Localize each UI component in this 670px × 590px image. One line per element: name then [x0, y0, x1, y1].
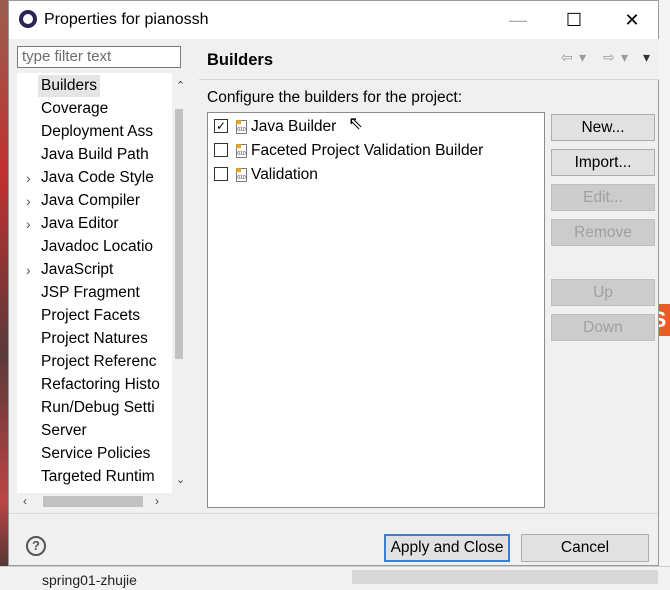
view-menu-icon[interactable]: ▾ [643, 49, 650, 66]
tree-item[interactable]: Targeted Runtim [17, 466, 171, 488]
builders-description: Configure the builders for the project: [207, 89, 463, 106]
properties-dialog: Properties for pianossh — ☐ ✕ type filte… [8, 0, 659, 566]
mouse-cursor-icon: ⇖ [348, 113, 364, 133]
tree-item-label: Project Facets [41, 307, 141, 324]
tree-item[interactable]: Javadoc Locatio [17, 236, 171, 258]
builder-file-icon: 010 [236, 144, 247, 158]
tree-item[interactable]: › JavaScript [17, 259, 171, 281]
tree-item-label: Run/Debug Setti [41, 399, 155, 416]
builders-list: ✓ 010 Java Builder 010 Faceted Project V… [207, 112, 545, 508]
tree-item[interactable]: Refactoring Histo [17, 374, 171, 396]
tree-item[interactable]: Project Facets [17, 305, 171, 327]
scroll-up-icon[interactable]: ⌃ [172, 77, 183, 95]
close-icon[interactable]: ✕ [609, 1, 655, 39]
help-icon[interactable]: ? [26, 536, 46, 556]
tree-item-label: Server [41, 422, 87, 439]
scroll-down-icon[interactable]: ⌄ [172, 471, 183, 489]
tree-item[interactable]: Service Policies [17, 443, 171, 465]
tree-item-label: Java Editor [41, 215, 119, 232]
tree-horizontal-scrollbar[interactable]: ‹ › [17, 493, 181, 510]
background-right [658, 0, 670, 589]
tree-item[interactable]: Builders [17, 75, 171, 97]
expand-chevron-icon[interactable]: › [26, 213, 31, 235]
expand-chevron-icon[interactable]: › [26, 190, 31, 212]
tree-item[interactable]: › Java Code Style [17, 167, 171, 189]
scroll-left-icon[interactable]: ‹ [17, 493, 33, 510]
apply-and-close-button[interactable]: Apply and Close [384, 534, 510, 562]
tree-item-label: Coverage [41, 100, 109, 117]
tree-item-label: Java Build Path [41, 146, 149, 163]
builder-label: Validation [251, 166, 318, 183]
down-button[interactable]: Down [551, 314, 655, 341]
title-bar: Properties for pianossh — ☐ ✕ [9, 1, 658, 39]
cancel-button[interactable]: Cancel [521, 534, 649, 562]
back-menu-icon: ▾ [579, 49, 587, 65]
tree-item-label: Java Code Style [41, 169, 154, 186]
builder-checkbox[interactable] [214, 143, 228, 157]
import-button[interactable]: Import... [551, 149, 655, 176]
maximize-icon[interactable]: ☐ [551, 1, 597, 39]
tree-item-label: Java Compiler [41, 192, 141, 209]
tree-item[interactable]: Run/Debug Setti [17, 397, 171, 419]
tree-item-label: Deployment Ass [41, 123, 153, 140]
tree-item-label: JSP Fragment [41, 284, 140, 301]
tree-item[interactable]: Coverage [17, 98, 171, 120]
tree-item[interactable]: Java Build Path [17, 144, 171, 166]
background-project-label: spring01-zhujie [42, 572, 137, 588]
remove-button[interactable]: Remove [551, 219, 655, 246]
up-button[interactable]: Up [551, 279, 655, 306]
tree-item-label: Project Referenc [41, 353, 157, 370]
eclipse-icon [19, 10, 37, 28]
tree-item[interactable]: Deployment Ass [17, 121, 171, 143]
tree-item-label: Targeted Runtim [41, 468, 155, 485]
expand-chevron-icon[interactable]: › [26, 259, 31, 281]
footer-divider [9, 513, 658, 514]
tree-item[interactable]: › Java Editor [17, 213, 171, 235]
tree-item[interactable]: › Java Compiler [17, 190, 171, 212]
page-header: Builders ⇦ ▾ ⇨ ▾ ▾ [199, 39, 659, 80]
builder-label: Java Builder [251, 118, 337, 135]
edit-button[interactable]: Edit... [551, 184, 655, 211]
tree-item[interactable]: Project Natures [17, 328, 171, 350]
builder-file-icon: 010 [236, 120, 247, 134]
page-title: Builders [207, 51, 274, 69]
tree-item-label: JavaScript [41, 261, 114, 278]
tree-item-label: Refactoring Histo [41, 376, 160, 393]
scroll-thumb-horizontal[interactable] [43, 496, 143, 507]
tree-item-label: Javadoc Locatio [41, 238, 154, 255]
tree-item[interactable]: Server [17, 420, 171, 442]
background-bar [352, 570, 658, 584]
tree-vertical-scrollbar[interactable]: ⌃ ⌄ [172, 73, 183, 493]
window-title: Properties for pianossh [44, 11, 209, 28]
expand-chevron-icon[interactable]: › [26, 167, 31, 189]
tree-item-label: Builders [38, 75, 100, 97]
filter-input[interactable]: type filter text [17, 46, 181, 68]
builder-label: Faceted Project Validation Builder [251, 142, 484, 159]
new-button[interactable]: New... [551, 114, 655, 141]
builder-file-icon: 010 [236, 168, 247, 182]
property-tree: Builders Coverage Deployment Ass Java Build… [17, 73, 183, 493]
forward-menu-icon: ▾ [621, 49, 629, 65]
tree-item[interactable]: JSP Fragment [17, 282, 171, 304]
tree-item-label: Service Policies [41, 445, 151, 462]
minimize-icon[interactable]: — [495, 1, 541, 39]
builder-checkbox[interactable] [214, 167, 228, 181]
scroll-right-icon[interactable]: › [149, 493, 165, 510]
scroll-thumb[interactable] [175, 109, 183, 359]
tree-item-label: Project Natures [41, 330, 148, 347]
tree-item[interactable]: Project Referenc [17, 351, 171, 373]
forward-arrow-icon: ⇨ [603, 49, 615, 65]
back-arrow-icon: ⇦ [561, 49, 573, 65]
builder-checkbox[interactable]: ✓ [214, 119, 228, 133]
